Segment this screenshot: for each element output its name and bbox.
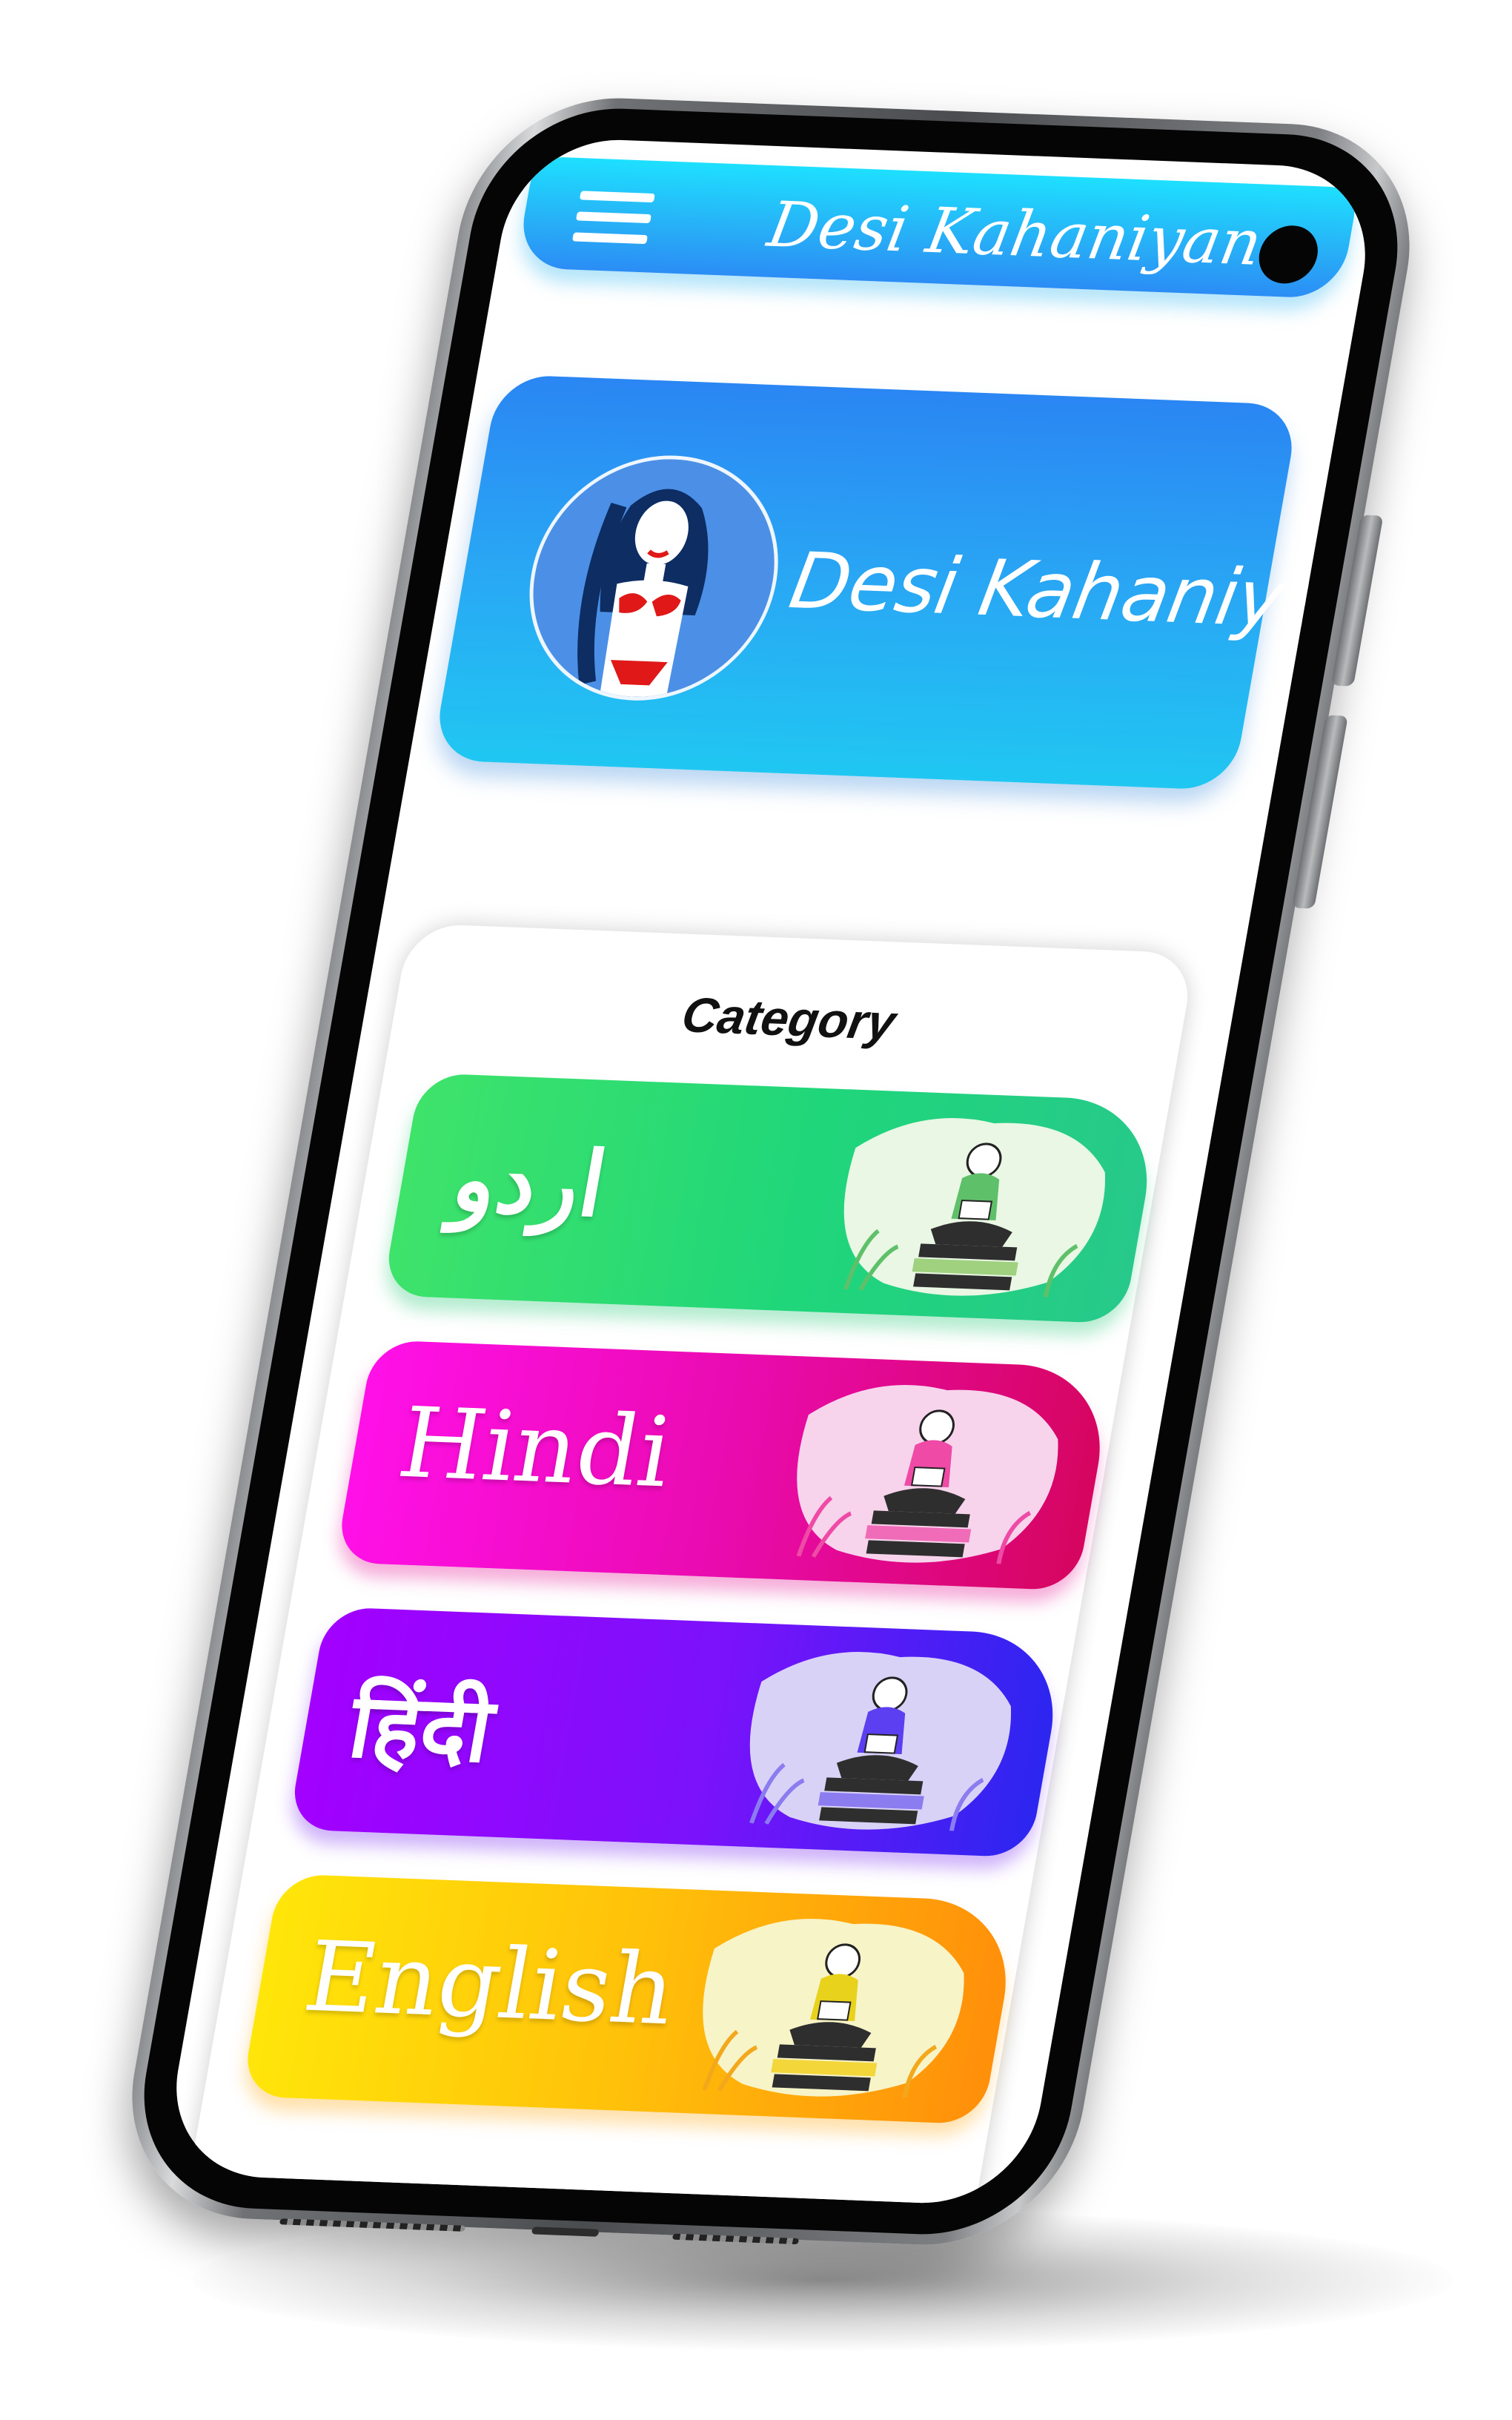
category-hindi-button[interactable]: Hindi — [334, 1340, 1115, 1591]
app-bar-title: Desi Kahaniyan — [763, 188, 1267, 280]
category-english-button[interactable]: English — [240, 1874, 1021, 2125]
phone-mockup: Desi Kahaniyan Desi Kahaniyan Category ا… — [109, 93, 1433, 2250]
category-hindi-devanagari-label: हिंदी — [341, 1674, 501, 1783]
category-urdu-button[interactable]: اردو — [382, 1073, 1163, 1324]
banner-avatar-image — [510, 451, 798, 705]
header-banner: Desi Kahaniyan — [431, 374, 1382, 791]
woman-illustration-icon — [514, 454, 794, 701]
stage: Desi Kahaniyan Desi Kahaniyan Category ا… — [0, 0, 1512, 2420]
app-screen: Desi Kahaniyan Desi Kahaniyan Category ا… — [159, 136, 1382, 2207]
app-bar: Desi Kahaniyan — [515, 156, 1359, 300]
hamburger-menu-icon[interactable] — [571, 191, 655, 245]
category-hindi-label: Hindi — [391, 1386, 680, 1510]
front-camera — [1254, 224, 1323, 285]
girl-reading-on-books-icon — [657, 1903, 989, 2115]
banner-title: Desi Kahaniyan — [783, 535, 1382, 649]
girl-reading-on-books-icon — [752, 1369, 1084, 1581]
category-heading: Category — [677, 987, 900, 1051]
category-hindi-devanagari-button[interactable]: हिंदी — [288, 1607, 1069, 1858]
girl-reading-on-books-icon — [798, 1102, 1130, 1314]
category-english-label: English — [296, 1920, 684, 2047]
category-urdu-label: اردو — [445, 1126, 614, 1237]
girl-reading-on-books-icon — [704, 1636, 1036, 1848]
